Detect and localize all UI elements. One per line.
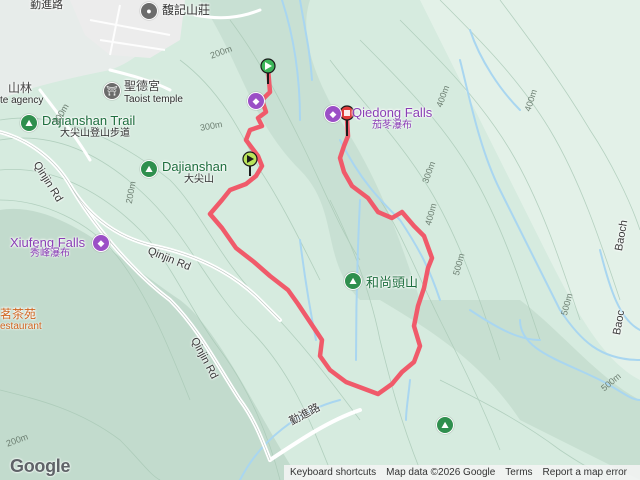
terms-link[interactable]: Terms — [505, 467, 532, 478]
taoist-temple-name[interactable]: 聖德宮 — [124, 80, 160, 92]
dajianshan-sub: 大尖山 — [184, 174, 214, 185]
attribution-bar: Keyboard shortcuts Map data ©2026 Google… — [284, 465, 640, 480]
taoist-temple-sub: Taoist temple — [124, 94, 183, 105]
qiedong-falls-name[interactable]: Qiedong Falls — [352, 106, 432, 119]
map-data-text: Map data ©2026 Google — [386, 467, 496, 478]
dajianshan-trail-sub: 大尖山登山步道 — [60, 128, 130, 139]
xiufeng-falls-icon[interactable]: ◆ — [92, 234, 110, 252]
report-error-link[interactable]: Report a map error — [543, 467, 627, 478]
map-view[interactable]: ● ⛩ ⛰ ⛰ ◆ ◆ ◆ ⛰ ⛰ 勤進路 馥記山莊 聖德宮 Taoist te… — [0, 0, 640, 480]
xiufeng-falls-sub: 秀峰瀑布 — [30, 248, 70, 259]
qiedong-falls-icon[interactable]: ◆ — [324, 105, 342, 123]
dajianshan-name[interactable]: Dajianshan — [162, 160, 227, 173]
left-edge-name: 山林 — [8, 81, 33, 95]
waterfall-icon[interactable]: ◆ — [247, 92, 265, 110]
peak-icon[interactable]: ⛰ — [436, 416, 454, 434]
temple-icon[interactable]: ⛩ — [103, 82, 121, 100]
location-pin-icon[interactable]: ● — [140, 2, 158, 20]
road-label-top: 勤進路 — [30, 0, 63, 11]
left-edge-sub: te agency — [0, 95, 44, 106]
heshangtou-icon[interactable]: ⛰ — [344, 272, 362, 290]
qiedong-falls-sub: 茄苳瀑布 — [372, 120, 412, 131]
google-logo: Google — [10, 456, 71, 476]
restaurant-name[interactable]: 茗茶苑 — [0, 308, 36, 320]
heshangtou-name[interactable]: 和尚頭山 — [366, 276, 418, 289]
trail-icon[interactable]: ⛰ — [20, 114, 38, 132]
summit-icon[interactable]: ⛰ — [140, 160, 158, 178]
fushan-villa-label[interactable]: 馥記山莊 — [162, 4, 210, 16]
keyboard-shortcuts-link[interactable]: Keyboard shortcuts — [290, 467, 376, 478]
restaurant-sub: estaurant — [0, 321, 42, 332]
